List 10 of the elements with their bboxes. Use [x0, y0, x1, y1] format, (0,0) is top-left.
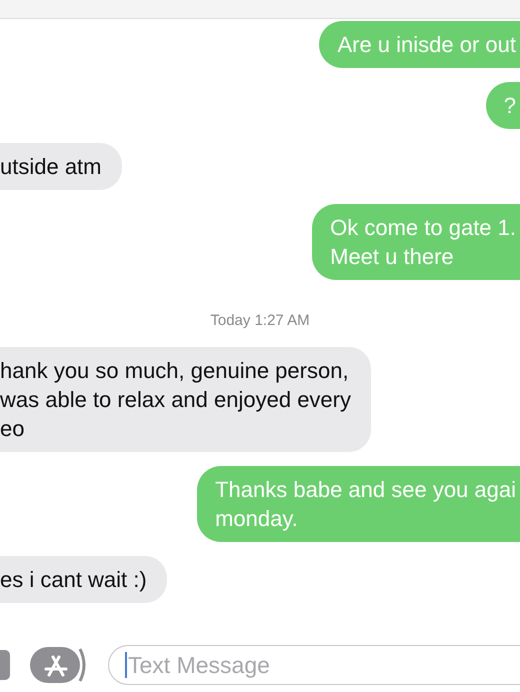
- app-store-icon[interactable]: [30, 645, 88, 685]
- timestamp: Today 1:27 AM: [210, 312, 310, 329]
- received-message: utside atm: [0, 143, 122, 190]
- sent-message: ?: [486, 82, 520, 129]
- message-field[interactable]: Text Message: [108, 645, 520, 685]
- received-message: es i cant wait :): [0, 556, 167, 603]
- received-message: hank you so much, genuine person, was able to relax and enjoyed every eo: [0, 347, 371, 452]
- sent-message: Thanks babe and see you agai monday.: [197, 466, 520, 542]
- sent-message: Are u inisde or out: [319, 21, 520, 68]
- sent-message: Ok come to gate 1. Meet u there: [312, 204, 520, 280]
